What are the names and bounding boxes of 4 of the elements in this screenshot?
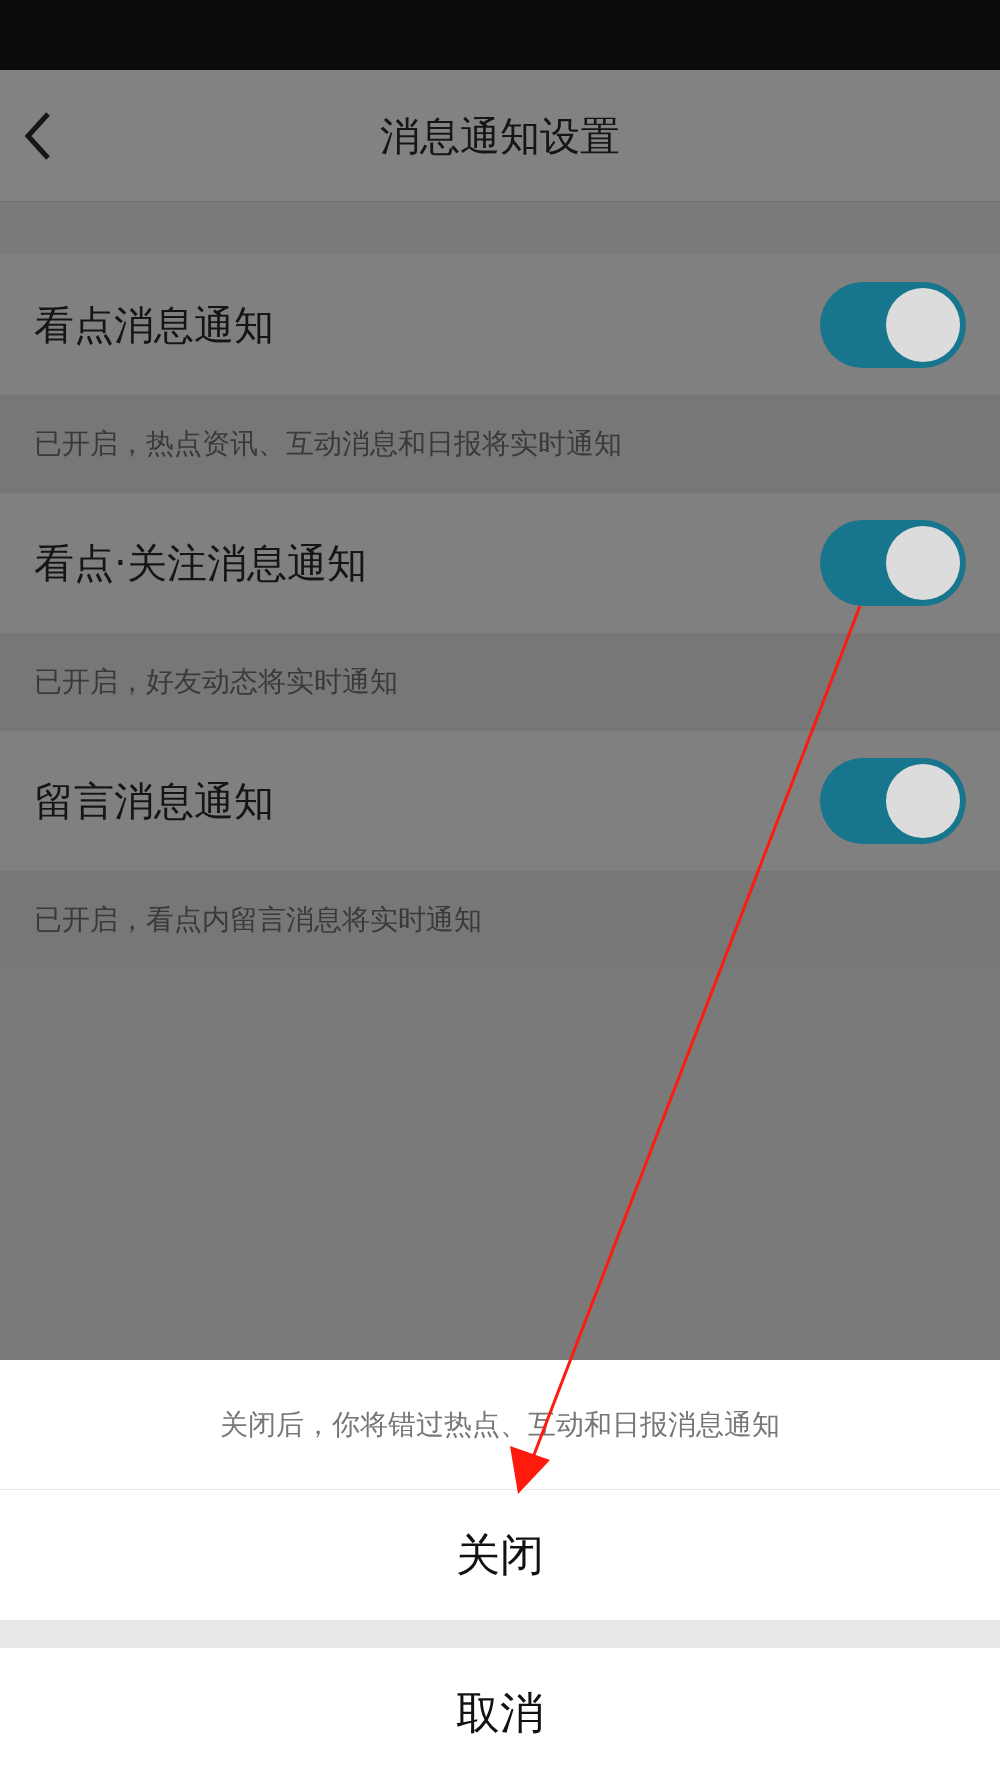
setting-title: 留言消息通知 <box>34 777 274 826</box>
page-title: 消息通知设置 <box>380 111 620 160</box>
setting-title: 看点消息通知 <box>34 301 274 350</box>
setting-title: 看点·关注消息通知 <box>34 539 367 588</box>
